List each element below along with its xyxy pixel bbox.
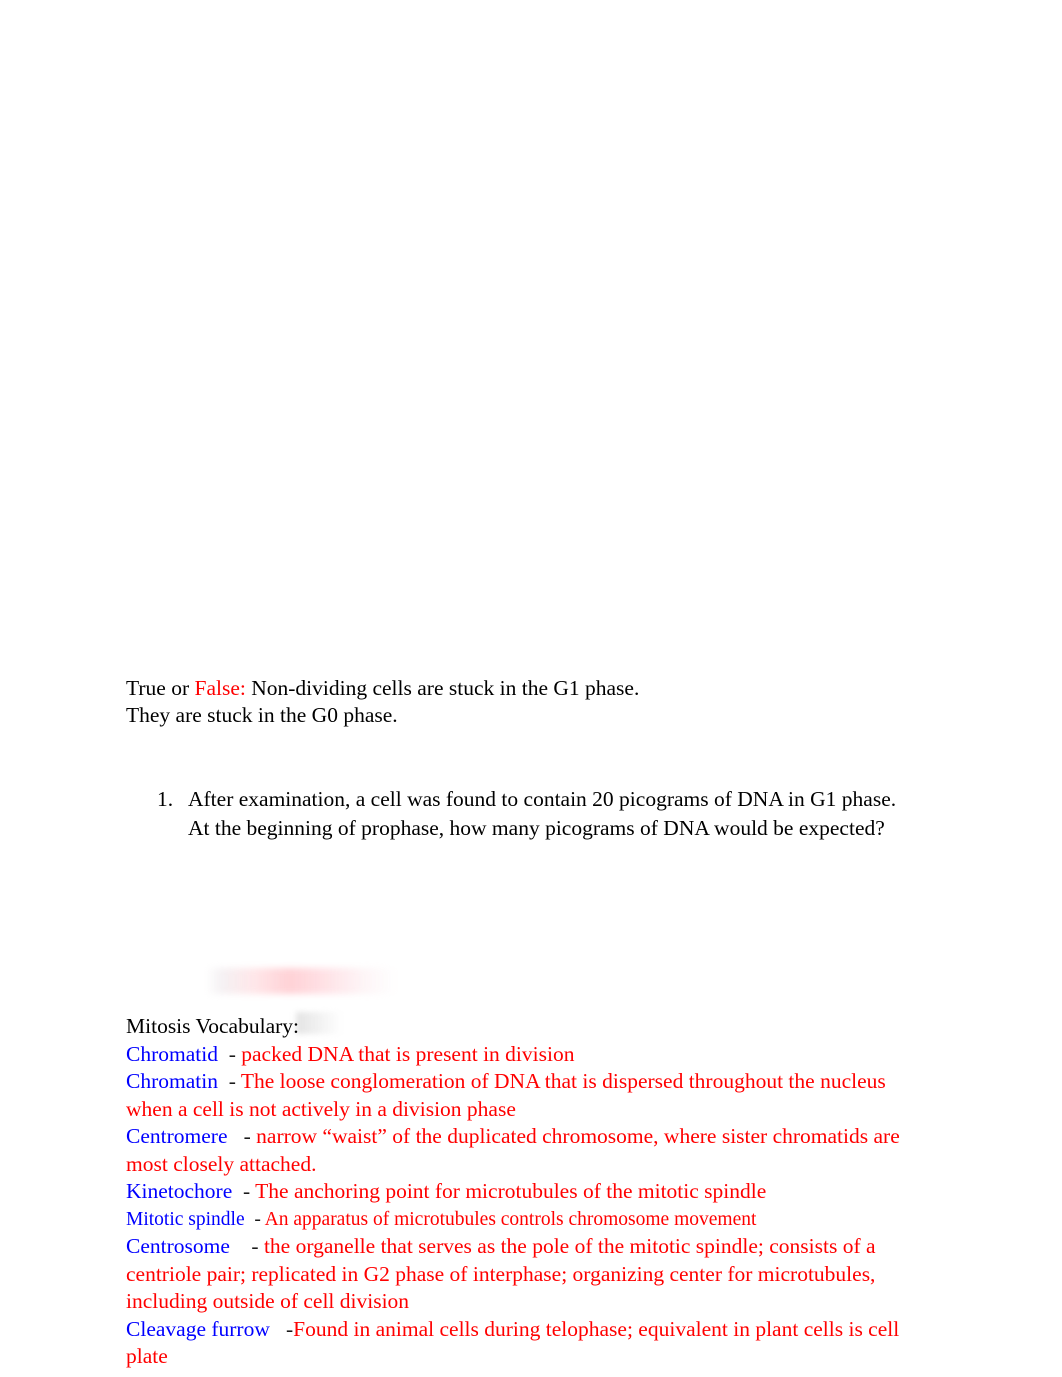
vocabulary-heading: Mitosis Vocabulary:	[126, 1014, 299, 1038]
question-text-line-2: At the beginning of prophase, how many p…	[188, 815, 885, 840]
vocabulary-term: Mitotic spindle	[126, 1208, 245, 1230]
vocabulary-entry-chromatid: Chromatid - packed DNA that is present i…	[126, 1041, 916, 1069]
vocabulary-definition: The anchoring point for microtubules of …	[255, 1179, 767, 1203]
question-list: 1. After examination, a cell was found t…	[157, 785, 917, 842]
vocabulary-section: Mitosis Vocabulary: Chromatid - packed D…	[126, 1013, 916, 1371]
vocabulary-term: Cleavage furrow	[126, 1316, 270, 1341]
vocabulary-entry-centromere: Centromere - narrow “waist” of the dupli…	[126, 1123, 916, 1178]
vocabulary-separator: -	[232, 1179, 256, 1203]
vocabulary-definition: An apparatus of microtubules controls ch…	[264, 1208, 757, 1230]
vocabulary-entry-kinetochore: Kinetochore - The anchoring point for mi…	[126, 1178, 916, 1206]
vocabulary-separator: -	[227, 1124, 257, 1148]
vocabulary-term: Chromatin	[126, 1069, 218, 1093]
vocabulary-separator: -	[269, 1316, 294, 1341]
vocabulary-definition: The loose conglomeration of DNA that is …	[126, 1069, 892, 1121]
question-text-line-1: After examination, a cell was found to c…	[188, 787, 897, 811]
true-false-explanation: They are stuck in the G0 phase.	[126, 702, 398, 727]
question-number: 1.	[157, 787, 174, 811]
vocabulary-separator: -	[229, 1234, 264, 1258]
vocabulary-separator: -	[244, 1208, 265, 1230]
true-false-statement: True or False: Non-dividing cells are st…	[126, 675, 946, 728]
vocabulary-separator: -	[217, 1069, 241, 1093]
vocabulary-entry-centrosome: Centrosome - the organelle that serves a…	[126, 1233, 916, 1316]
vocabulary-term: Kinetochore	[126, 1179, 233, 1203]
document-page: True or False: Non-dividing cells are st…	[0, 0, 1062, 1377]
question-item: 1. After examination, a cell was found t…	[157, 785, 917, 842]
erased-text-smudge-red	[206, 968, 396, 994]
true-false-statement-text: Non-dividing cells are stuck in the G1 p…	[251, 676, 640, 700]
vocabulary-term: Chromatid	[126, 1041, 218, 1066]
vocabulary-separator: -	[217, 1041, 242, 1066]
vocabulary-entry-cleavage-furrow: Cleavage furrow -Found in animal cells d…	[126, 1316, 916, 1371]
vocabulary-entry-chromatin: Chromatin - The loose conglomeration of …	[126, 1068, 916, 1123]
vocabulary-term: Centromere	[126, 1124, 228, 1148]
true-false-prefix: True or	[126, 676, 190, 700]
true-false-line-1: True or False: Non-dividing cells are st…	[126, 675, 946, 702]
vocabulary-definition: packed DNA that is present in division	[241, 1041, 575, 1066]
vocabulary-entry-mitotic-spindle: Mitotic spindle - An apparatus of microt…	[126, 1206, 916, 1234]
vocabulary-term: Centrosome	[126, 1234, 230, 1258]
true-false-answer: False:	[194, 676, 246, 700]
question-text: After examination, a cell was found to c…	[188, 785, 917, 842]
